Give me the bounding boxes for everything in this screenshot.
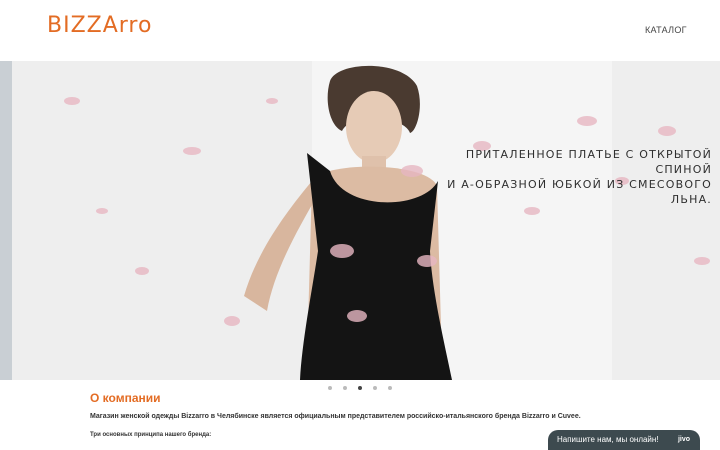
hero-caption-line2: И А-ОБРАЗНОЙ ЮБКОЙ ИЗ СМЕСОВОГО ЛЬНА. bbox=[447, 178, 712, 206]
nav-catalog-link[interactable]: КАТАЛОГ bbox=[645, 25, 687, 35]
hero-caption: ПРИТАЛЕННОЕ ПЛАТЬЕ С ОТКРЫТОЙ СПИНОЙ И А… bbox=[442, 147, 712, 207]
slider-dot-4[interactable] bbox=[373, 386, 377, 390]
slider-dot-3[interactable] bbox=[358, 386, 362, 390]
slider-dot-1[interactable] bbox=[328, 386, 332, 390]
about-subtitle: Три основных принципа нашего бренда: bbox=[90, 432, 212, 438]
hero-left-strip bbox=[0, 61, 12, 380]
site-header: BIZZArro КАТАЛОГ bbox=[0, 0, 720, 60]
about-text: Магазин женской одежды Bizzarro в Челяби… bbox=[90, 413, 581, 420]
chat-brand: jivo bbox=[677, 436, 690, 443]
slider-dot-5[interactable] bbox=[388, 386, 392, 390]
hero-banner[interactable] bbox=[12, 61, 720, 380]
about-title: О компании bbox=[90, 391, 161, 405]
hero-caption-line1: ПРИТАЛЕННОЕ ПЛАТЬЕ С ОТКРЫТОЙ СПИНОЙ bbox=[465, 148, 712, 176]
chat-widget[interactable]: Напишите нам, мы онлайн! jivo bbox=[548, 430, 700, 450]
slider-dot-2[interactable] bbox=[343, 386, 347, 390]
hero-image bbox=[12, 61, 720, 380]
logo[interactable]: BIZZArro bbox=[47, 13, 152, 38]
chat-label: Напишите нам, мы онлайн! bbox=[557, 435, 659, 444]
